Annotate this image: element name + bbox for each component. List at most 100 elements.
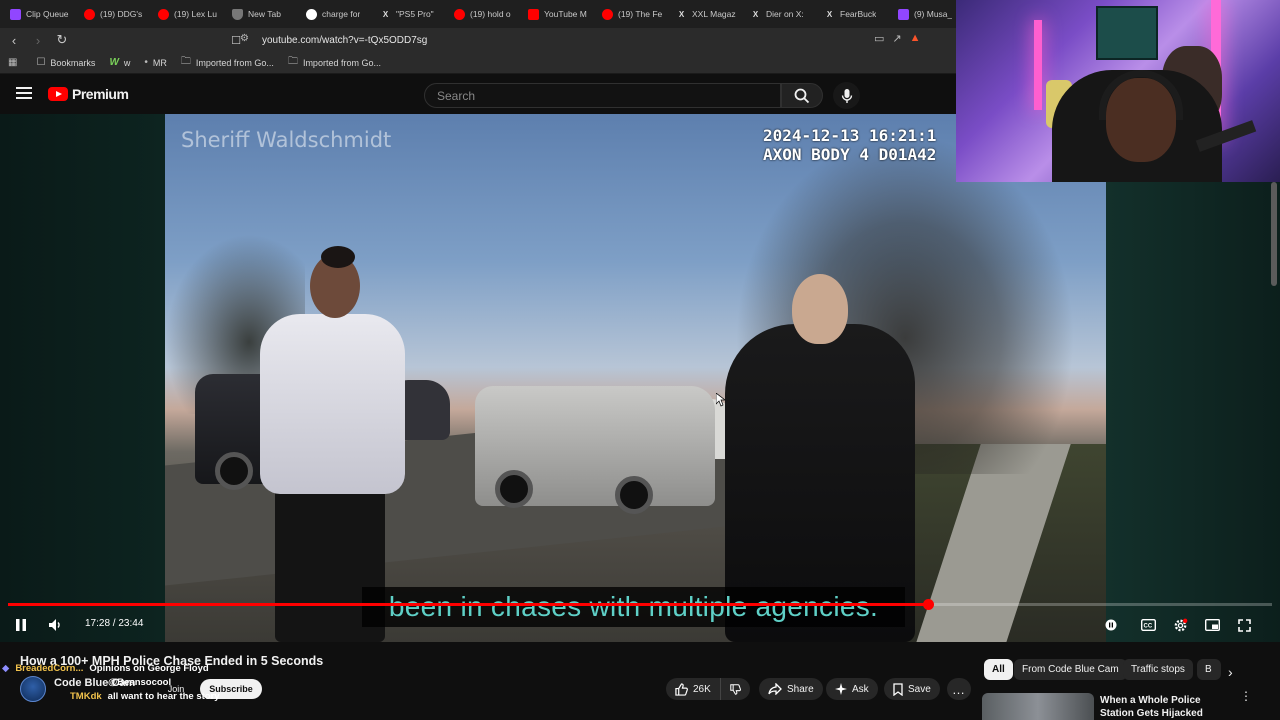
reload-icon[interactable]: ↻ <box>52 30 72 50</box>
browser-tab-title: (19) The Fe <box>618 9 662 19</box>
browser-tab[interactable]: New Tab <box>226 3 298 25</box>
search-button[interactable] <box>781 83 823 108</box>
dislike-button[interactable] <box>720 678 750 700</box>
x-icon: X <box>382 9 389 19</box>
shield-icon <box>232 8 243 20</box>
mouse-cursor-icon <box>716 393 725 407</box>
video-player[interactable]: Sheriff Waldschmidt 2024-12-13 16:21:1 A… <box>0 114 1280 642</box>
captions-button[interactable]: CC <box>1139 616 1157 634</box>
share-page-icon[interactable]: ↗ <box>892 32 901 45</box>
browser-tab[interactable]: (19) DDG's <box>78 3 150 25</box>
x-icon: X <box>678 9 685 19</box>
thumbs-up-icon <box>675 682 688 696</box>
mr-icon: • <box>144 57 148 68</box>
more-horizontal-icon: … <box>952 681 966 697</box>
bookmark-item[interactable]: • MR <box>144 57 167 68</box>
pause-icon <box>16 619 26 631</box>
forward-icon[interactable]: › <box>28 30 48 50</box>
x-icon: X <box>826 9 833 19</box>
bodycam-officer-name: Sheriff Waldschmidt <box>181 128 392 152</box>
browser-tab[interactable]: X "PS5 Pro" <box>374 3 446 25</box>
player-blur-left <box>0 114 165 642</box>
browser-tab-title: (9) Musa_ <box>914 9 953 19</box>
search-input[interactable]: Search <box>424 83 781 108</box>
streamer-webcam <box>956 0 1280 182</box>
browser-tab-title: XXL Magaz <box>692 9 736 19</box>
chip-all[interactable]: All <box>984 659 1013 680</box>
browser-tab[interactable]: charge for <box>300 3 372 25</box>
video-frame[interactable]: Sheriff Waldschmidt 2024-12-13 16:21:1 A… <box>165 114 1106 642</box>
browser-tab[interactable]: X XXL Magaz <box>670 3 742 25</box>
browser-tab-title: FearBuck <box>840 9 877 19</box>
x-icon: X <box>752 9 759 19</box>
webcam-poster <box>1096 6 1158 60</box>
like-button[interactable]: 26K <box>666 678 720 700</box>
bookmark-folder[interactable]: 🗀 Imported from Go... <box>288 54 381 71</box>
browser-tab-title: (19) Lex Lu <box>174 9 217 19</box>
pause-button[interactable] <box>13 616 29 634</box>
gear-icon <box>1174 618 1187 631</box>
cast-icon[interactable]: ▭ <box>874 32 884 45</box>
chat-message: ◆ BreadedCorn... Opinions on George Floy… <box>2 661 220 675</box>
thumbs-down-icon <box>730 683 741 695</box>
autoplay-toggle[interactable] <box>1103 616 1119 634</box>
youtube-icon <box>454 8 465 20</box>
browser-tab[interactable]: (19) hold o <box>448 3 520 25</box>
chat-text: all want to hear the story <box>107 690 220 702</box>
save-button[interactable]: Save <box>884 678 940 700</box>
browser-tab-title: (19) hold o <box>470 9 511 19</box>
w-icon: W <box>109 57 119 68</box>
browser-tab[interactable]: (19) Lex Lu <box>152 3 224 25</box>
video-person <box>321 246 355 268</box>
share-button[interactable]: Share <box>759 678 823 700</box>
chevron-right-icon[interactable]: › <box>1228 664 1233 680</box>
voice-search-button[interactable] <box>833 82 860 109</box>
miniplayer-button[interactable] <box>1203 616 1221 634</box>
fullscreen-icon <box>1237 618 1251 632</box>
apps-icon[interactable]: ▦ <box>8 57 22 68</box>
bookmark-folder[interactable]: 🗀 Imported from Go... <box>181 54 274 71</box>
browser-tab[interactable]: X FearBuck <box>818 3 890 25</box>
browser-tab[interactable]: YouTube M <box>522 3 594 25</box>
video-car <box>475 386 715 514</box>
back-icon[interactable]: ‹ <box>4 30 24 50</box>
chip-more[interactable]: B <box>1197 659 1221 680</box>
settings-button[interactable] <box>1171 616 1189 634</box>
recommendation-thumbnail[interactable] <box>982 693 1094 720</box>
recommendation-title[interactable]: When a Whole Police Station Gets Hijacke… <box>1100 694 1230 720</box>
volume-button[interactable] <box>47 616 65 634</box>
page-scrollbar[interactable] <box>1271 182 1277 286</box>
chip-traffic-stops[interactable]: Traffic stops <box>1123 659 1193 680</box>
bookmark-item[interactable]: ☐ Bookmarks <box>36 57 95 68</box>
autoplay-icon <box>1105 619 1117 631</box>
stream-chat-overlay: ◆ BreadedCorn... Opinions on George Floy… <box>2 661 220 703</box>
more-actions-button[interactable]: … <box>947 678 971 700</box>
browser-tab[interactable]: Clip Queue <box>4 3 76 25</box>
browser-tab-title: Dier on X: <box>766 9 804 19</box>
menu-icon[interactable] <box>16 87 32 99</box>
browser-tab[interactable]: (19) The Fe <box>596 3 668 25</box>
youtube-play-icon <box>48 87 68 101</box>
search-icon <box>794 88 810 103</box>
twitch-icon <box>10 8 21 20</box>
like-count: 26K <box>693 683 711 695</box>
bodycam-timestamp: 2024-12-13 16:21:1 AXON BODY 4 D01A42 <box>763 126 936 164</box>
video-progress-played <box>8 603 929 606</box>
brave-shield-icon[interactable]: ▲ <box>910 32 921 45</box>
browser-tab[interactable]: (9) Musa_ <box>892 3 964 25</box>
chip-from-channel[interactable]: From Code Blue Cam <box>1014 659 1127 680</box>
sparkle-icon <box>835 683 847 695</box>
bookmark-item[interactable]: Ww <box>109 57 130 68</box>
video-progress-bar[interactable] <box>8 599 1272 610</box>
site-info-icon[interactable]: ⚙ <box>240 33 254 47</box>
youtube-logo[interactable]: Premium <box>48 86 129 102</box>
more-vertical-icon[interactable]: ⋮ <box>1240 690 1252 702</box>
fullscreen-button[interactable] <box>1235 616 1253 634</box>
browser-tab[interactable]: X Dier on X: <box>744 3 816 25</box>
ask-button[interactable]: Ask <box>826 678 878 700</box>
browser-tab-title: New Tab <box>248 9 281 19</box>
chat-message: @Beansocool <box>2 675 220 689</box>
address-bar[interactable]: ⚙ youtube.com/watch?v=-tQx5ODD7sg <box>240 31 930 49</box>
youtube-icon <box>84 8 95 20</box>
volume-icon <box>49 619 60 631</box>
